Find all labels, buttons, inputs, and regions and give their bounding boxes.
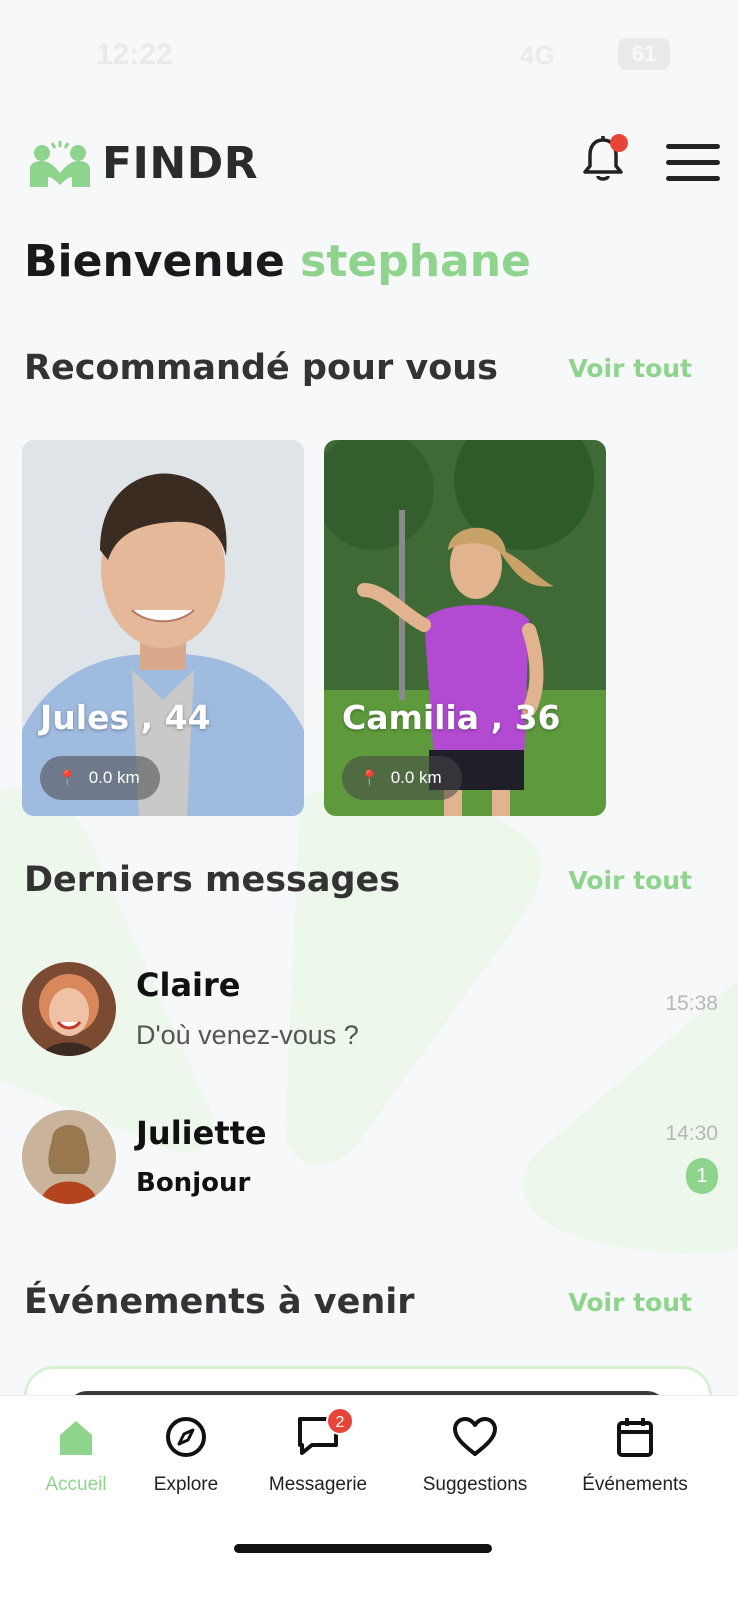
messages-title: Derniers messages bbox=[24, 860, 401, 900]
calendar-icon bbox=[617, 1418, 653, 1457]
app-logo: FINDR bbox=[28, 138, 258, 189]
distance-badge: 📍 0.0 km bbox=[342, 756, 462, 800]
profile-name: Camilia , 36 bbox=[342, 698, 561, 737]
battery-indicator: 61 bbox=[618, 38, 670, 70]
messages-see-all-link[interactable]: Voir tout bbox=[568, 866, 692, 895]
nav-explore[interactable]: Explore bbox=[146, 1414, 226, 1496]
nav-evenements[interactable]: Événements bbox=[572, 1414, 698, 1496]
findr-logo-icon bbox=[30, 140, 90, 187]
nav-label: Explore bbox=[153, 1474, 219, 1495]
hamburger-icon bbox=[666, 144, 720, 149]
notification-dot bbox=[610, 134, 628, 152]
conversation-preview: D'où venez-vous ? bbox=[136, 1020, 359, 1050]
status-time: 12:22 bbox=[96, 38, 173, 71]
conversation-name: Claire bbox=[136, 966, 241, 1004]
compass-icon bbox=[166, 1417, 206, 1457]
recommended-see-all-link[interactable]: Voir tout bbox=[568, 354, 692, 383]
location-pin-icon: 📍 bbox=[360, 770, 379, 787]
welcome-prefix: Bienvenue bbox=[24, 236, 285, 287]
heart-icon bbox=[453, 1417, 497, 1456]
conversation-preview: Bonjour bbox=[136, 1168, 251, 1198]
welcome-username: stephane bbox=[300, 236, 531, 287]
location-pin-icon: 📍 bbox=[58, 770, 77, 787]
home-indicator bbox=[234, 1544, 492, 1553]
profile-name: Jules , 44 bbox=[40, 698, 211, 737]
avatar bbox=[22, 962, 116, 1056]
nav-messagerie[interactable]: 2 Messagerie bbox=[260, 1406, 376, 1496]
welcome-heading: Bienvenue stephane bbox=[24, 236, 531, 287]
profile-card[interactable]: Camilia , 36 📍 0.0 km bbox=[324, 440, 606, 816]
recommended-title: Recommandé pour vous bbox=[24, 348, 499, 388]
bottom-navigation: Accueil Explore 2 Messagerie Suggestions… bbox=[0, 1395, 738, 1600]
nav-label: Événements bbox=[582, 1474, 688, 1495]
conversation-time: 15:38 bbox=[665, 992, 718, 1015]
signal-indicator: 4G bbox=[520, 40, 555, 70]
conversation-item[interactable]: Claire D'où venez-vous ? 15:38 bbox=[22, 962, 718, 1072]
nav-label: Accueil bbox=[45, 1474, 107, 1495]
profile-card[interactable]: Jules , 44 📍 0.0 km bbox=[22, 440, 304, 816]
notifications-button[interactable] bbox=[582, 134, 628, 189]
conversation-item[interactable]: Juliette Bonjour 14:30 1 bbox=[22, 1110, 718, 1220]
home-icon bbox=[60, 1421, 92, 1455]
app-header: FINDR bbox=[0, 130, 738, 200]
status-bar: 12:22 4G 61 bbox=[0, 30, 738, 80]
messages-badge: 2 bbox=[326, 1406, 354, 1435]
distance-value: 0.0 km bbox=[390, 768, 442, 787]
avatar bbox=[22, 1110, 116, 1204]
nav-label: Messagerie bbox=[268, 1474, 368, 1495]
nav-suggestions[interactable]: Suggestions bbox=[412, 1414, 538, 1496]
events-see-all-link[interactable]: Voir tout bbox=[568, 1288, 692, 1317]
nav-label: Suggestions bbox=[422, 1474, 528, 1495]
events-title: Événements à venir bbox=[24, 1282, 415, 1322]
conversation-time: 14:30 bbox=[665, 1122, 718, 1145]
menu-button[interactable] bbox=[666, 144, 720, 184]
distance-badge: 📍 0.0 km bbox=[40, 756, 160, 800]
distance-value: 0.0 km bbox=[88, 768, 140, 787]
app-name: FINDR bbox=[102, 138, 259, 189]
nav-accueil[interactable]: Accueil bbox=[38, 1414, 114, 1496]
unread-badge: 1 bbox=[686, 1158, 718, 1194]
conversation-name: Juliette bbox=[136, 1114, 267, 1152]
